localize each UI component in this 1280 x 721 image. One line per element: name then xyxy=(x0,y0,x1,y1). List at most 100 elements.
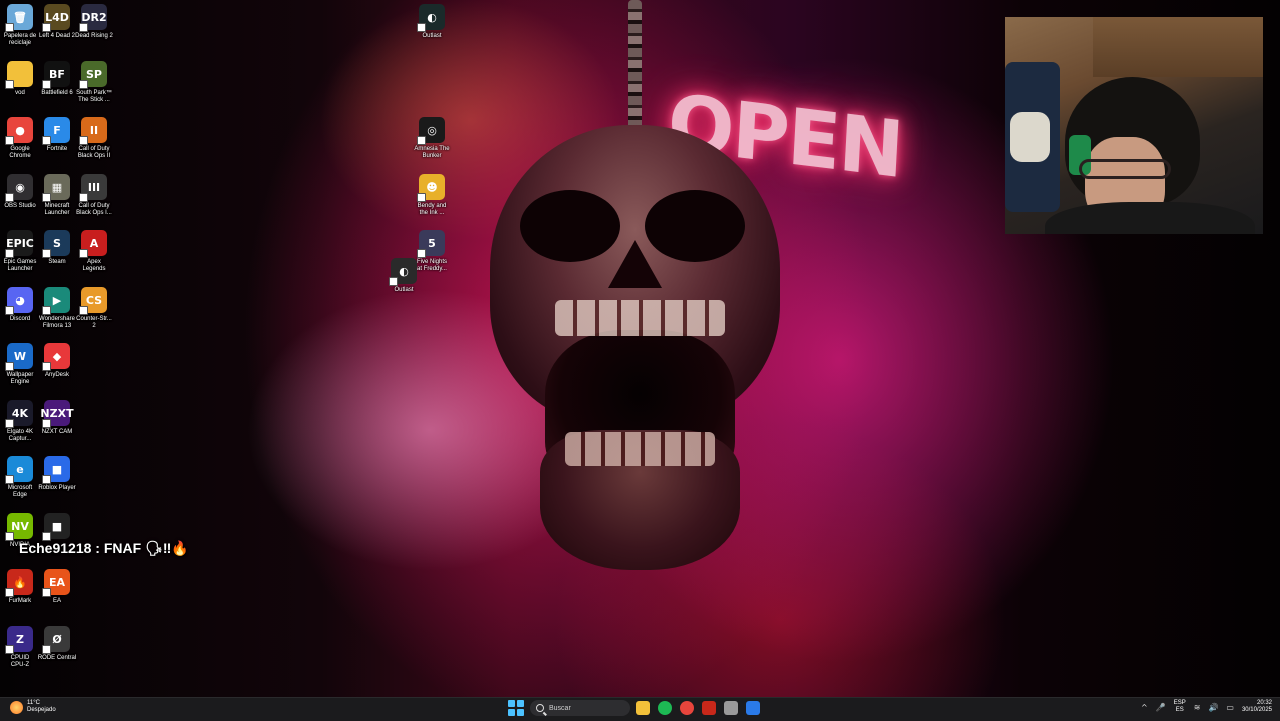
desktop-icon[interactable]: NZXT NZXT CAM xyxy=(37,396,77,436)
desktop-icon[interactable]: BF Battlefield 6 xyxy=(37,57,77,97)
desktop-icon[interactable]: II Call of Duty Black Ops II xyxy=(74,113,114,160)
desktop-icon[interactable]: vod xyxy=(0,57,40,97)
app-icon: ◕ xyxy=(5,287,33,315)
desktop-icon[interactable]: ● Google Chrome xyxy=(0,113,40,160)
taskbar-pinned-apps xyxy=(636,701,760,715)
wifi-icon[interactable]: ≋ xyxy=(1194,703,1201,712)
search-icon xyxy=(536,704,544,712)
wallpaper-skull-teeth-upper xyxy=(555,300,725,336)
desktop-icon[interactable]: ▶ Wondershare Filmora 13 xyxy=(37,283,77,330)
app-icon: F xyxy=(42,117,70,145)
desktop-icon[interactable]: A Apex Legends xyxy=(74,226,114,273)
desktop-icon-label: Minecraft Launcher xyxy=(44,203,70,216)
tray-chevron-icon[interactable]: ^ xyxy=(1141,703,1148,712)
taskbar-search-box[interactable]: Buscar xyxy=(530,700,630,716)
taskbar-app-icon[interactable] xyxy=(658,701,672,715)
desktop-icon-label: Outlast xyxy=(422,33,442,39)
desktop-icon-label: Dead Rising 2 xyxy=(75,33,113,39)
desktop-icon[interactable]: ◐ Outlast xyxy=(412,0,452,40)
desktop-icon[interactable]: ◎ Amnesia The Bunker xyxy=(412,113,452,160)
microphone-icon[interactable]: 🎤 xyxy=(1156,703,1166,712)
app-icon: Ø xyxy=(42,626,70,654)
desktop-icon[interactable]: ◐ Outlast xyxy=(384,254,424,294)
weather-widget[interactable]: 11°C Despejado xyxy=(10,700,56,714)
taskbar-app-icon[interactable] xyxy=(702,701,716,715)
desktop-icon[interactable]: F Fortnite xyxy=(37,113,77,153)
weather-temperature: 11°C xyxy=(27,700,40,706)
desktop-icon[interactable]: Ø RODE Central xyxy=(37,622,77,662)
desktop-icon[interactable]: CS Counter-Str... 2 xyxy=(74,283,114,330)
wallpaper-skull-eye-right xyxy=(645,190,745,262)
desktop-icon[interactable]: ■ Roblox Player xyxy=(37,452,77,492)
webcam-glasses xyxy=(1079,159,1171,179)
stream-chat-message: Eche91218 : FNAF 🗣‼🔥 xyxy=(19,540,189,556)
app-icon: 🗑 xyxy=(5,4,33,32)
desktop-icon[interactable]: ▦ Minecraft Launcher xyxy=(37,170,77,217)
app-icon: NZXT xyxy=(40,400,74,428)
weather-description: Despejado xyxy=(27,707,56,713)
desktop-icon-label: NZXT CAM xyxy=(41,429,73,435)
app-icon: EPIC xyxy=(5,230,34,258)
desktop-icon[interactable]: SP South Park™ The Stick ... xyxy=(74,57,114,104)
taskbar-clock[interactable]: 20:32 30/10/2025 xyxy=(1242,700,1272,714)
app-icon: SP xyxy=(79,61,107,89)
volume-icon[interactable]: 🔊 xyxy=(1208,703,1218,712)
desktop-icon-label: Wallpaper Engine xyxy=(6,372,34,385)
desktop-icon[interactable]: 🔥 FurMark xyxy=(0,565,40,605)
app-icon: ■ xyxy=(42,456,70,484)
app-icon: ◐ xyxy=(417,4,445,32)
desktop-icon[interactable]: EPIC Epic Games Launcher xyxy=(0,226,40,273)
desktop-icon[interactable]: e Microsoft Edge xyxy=(0,452,40,499)
desktop-icon[interactable]: DR2 Dead Rising 2 xyxy=(74,0,114,40)
desktop-icon[interactable]: 4K Elgato 4K Captur... xyxy=(0,396,40,443)
desktop-icon[interactable]: ◕ Discord xyxy=(0,283,40,323)
desktop-icon-label: South Park™ The Stick ... xyxy=(76,90,112,103)
app-icon: ◆ xyxy=(42,343,70,371)
taskbar-app-icon[interactable] xyxy=(724,701,738,715)
desktop-icon-label: Microsoft Edge xyxy=(7,485,33,498)
desktop-icon-label: Papelera de reciclaje xyxy=(3,33,37,46)
desktop-icon-label: Apex Legends xyxy=(82,259,106,272)
desktop-icon[interactable]: Z CPUID CPU-Z xyxy=(0,622,40,669)
desktop-icon[interactable]: S Steam xyxy=(37,226,77,266)
taskbar-app-icon[interactable] xyxy=(680,701,694,715)
app-icon: CS xyxy=(79,287,107,315)
desktop-icon-label: FurMark xyxy=(8,598,32,604)
app-icon: EA xyxy=(42,569,70,597)
language-indicator[interactable]: ESP ES xyxy=(1174,700,1186,714)
desktop-icon[interactable]: III Call of Duty Black Ops I... xyxy=(74,170,114,217)
app-icon: ◐ xyxy=(389,258,417,286)
desktop-icon-label: Google Chrome xyxy=(9,146,31,159)
app-icon: DR2 xyxy=(79,4,107,32)
desktop-icon[interactable]: EA EA xyxy=(37,565,77,605)
weather-icon xyxy=(10,700,23,714)
desktop-icon[interactable]: ■ xyxy=(37,509,77,542)
app-icon: ● xyxy=(5,117,33,145)
desktop-icon-label: AnyDesk xyxy=(44,372,69,378)
desktop-icon[interactable]: L4D Left 4 Dead 2 xyxy=(37,0,77,40)
app-icon: ▶ xyxy=(42,287,70,315)
desktop-icon[interactable]: W Wallpaper Engine xyxy=(0,339,40,386)
desktop-icon[interactable]: ◆ AnyDesk xyxy=(37,339,77,379)
desktop-icon-label: Bendy and the Ink ... xyxy=(417,203,447,216)
taskbar-app-icon[interactable] xyxy=(636,701,650,715)
app-icon: ▦ xyxy=(42,174,70,202)
clock-date: 30/10/2025 xyxy=(1241,707,1272,713)
desktop-icon[interactable]: 🗑 Papelera de reciclaje xyxy=(0,0,40,47)
app-icon: 🔥 xyxy=(5,569,33,597)
clock-time: 20:32 xyxy=(1256,700,1272,706)
taskbar-app-icon[interactable] xyxy=(746,701,760,715)
desktop-icon-label: Wondershare Filmora 13 xyxy=(39,316,75,329)
desktop-icon[interactable]: ☻ Bendy and the Ink ... xyxy=(412,170,452,217)
webcam-hand xyxy=(1010,112,1050,162)
battery-icon[interactable]: ▭ xyxy=(1226,703,1234,712)
desktop-icon[interactable]: ◉ OBS Studio xyxy=(0,170,40,210)
app-icon: ☻ xyxy=(417,174,445,202)
taskbar: 11°C Despejado Buscar ^ 🎤 ESP ES ≋ 🔊 ▭ 2… xyxy=(0,697,1280,721)
app-icon xyxy=(5,61,33,89)
app-icon: II xyxy=(79,117,107,145)
app-icon: 4K xyxy=(5,400,33,428)
app-icon: III xyxy=(79,174,107,202)
app-icon: A xyxy=(79,230,107,258)
start-button[interactable] xyxy=(508,700,524,716)
